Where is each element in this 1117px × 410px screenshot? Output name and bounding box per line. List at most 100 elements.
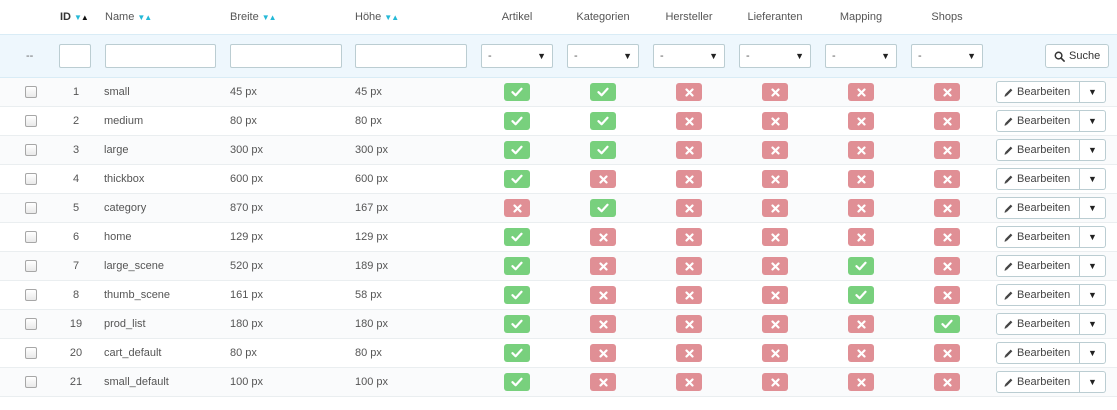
row-actions-dropdown[interactable]: ▼ (1080, 371, 1106, 393)
row-checkbox[interactable] (25, 289, 37, 301)
status-badge[interactable] (934, 257, 960, 275)
status-badge[interactable] (934, 344, 960, 362)
filter-products-select[interactable]: - ▼ (481, 44, 553, 68)
status-badge[interactable] (504, 199, 530, 217)
row-actions-dropdown[interactable]: ▼ (1080, 313, 1106, 335)
status-badge[interactable] (590, 228, 616, 246)
status-badge[interactable] (590, 315, 616, 333)
edit-button[interactable]: Bearbeiten (996, 168, 1080, 190)
row-actions-dropdown[interactable]: ▼ (1080, 284, 1106, 306)
status-badge[interactable] (590, 170, 616, 188)
row-checkbox[interactable] (25, 173, 37, 185)
row-checkbox[interactable] (25, 260, 37, 272)
row-actions-dropdown[interactable]: ▼ (1080, 197, 1106, 219)
edit-button[interactable]: Bearbeiten (996, 197, 1080, 219)
filter-manufacturers-select[interactable]: - ▼ (653, 44, 725, 68)
status-badge[interactable] (504, 228, 530, 246)
status-badge[interactable] (762, 257, 788, 275)
row-actions-dropdown[interactable]: ▼ (1080, 139, 1106, 161)
status-badge[interactable] (676, 199, 702, 217)
status-badge[interactable] (848, 112, 874, 130)
sort-icon[interactable]: ▼▲ (137, 13, 152, 22)
search-button[interactable]: Suche (1045, 44, 1110, 68)
row-checkbox[interactable] (25, 376, 37, 388)
status-badge[interactable] (934, 112, 960, 130)
status-badge[interactable] (762, 373, 788, 391)
status-badge[interactable] (848, 257, 874, 275)
status-badge[interactable] (762, 83, 788, 101)
status-badge[interactable] (504, 141, 530, 159)
status-badge[interactable] (590, 112, 616, 130)
edit-button[interactable]: Bearbeiten (996, 139, 1080, 161)
status-badge[interactable] (504, 112, 530, 130)
status-badge[interactable] (848, 141, 874, 159)
edit-button[interactable]: Bearbeiten (996, 371, 1080, 393)
status-badge[interactable] (676, 257, 702, 275)
status-badge[interactable] (934, 141, 960, 159)
status-badge[interactable] (504, 257, 530, 275)
filter-categories-select[interactable]: - ▼ (567, 44, 639, 68)
status-badge[interactable] (934, 228, 960, 246)
filter-mapping-select[interactable]: - ▼ (825, 44, 897, 68)
edit-button[interactable]: Bearbeiten (996, 226, 1080, 248)
filter-name-input[interactable] (105, 44, 216, 68)
status-badge[interactable] (848, 315, 874, 333)
filter-shops-select[interactable]: - ▼ (911, 44, 983, 68)
status-badge[interactable] (762, 141, 788, 159)
col-id-header[interactable]: ID ▼▲ (60, 0, 89, 34)
status-badge[interactable] (848, 83, 874, 101)
status-badge[interactable] (676, 286, 702, 304)
status-badge[interactable] (848, 373, 874, 391)
status-badge[interactable] (676, 344, 702, 362)
status-badge[interactable] (762, 199, 788, 217)
status-badge[interactable] (676, 112, 702, 130)
sort-icon[interactable]: ▼▲ (384, 13, 399, 22)
edit-button[interactable]: Bearbeiten (996, 313, 1080, 335)
row-actions-dropdown[interactable]: ▼ (1080, 110, 1106, 132)
status-badge[interactable] (590, 257, 616, 275)
status-badge[interactable] (676, 141, 702, 159)
filter-width-input[interactable] (230, 44, 342, 68)
filter-id-input[interactable] (59, 44, 91, 68)
col-name-header[interactable]: Name ▼▲ (105, 0, 152, 34)
status-badge[interactable] (590, 83, 616, 101)
sort-icon[interactable]: ▼▲ (74, 13, 89, 22)
status-badge[interactable] (504, 373, 530, 391)
row-checkbox[interactable] (25, 144, 37, 156)
status-badge[interactable] (590, 199, 616, 217)
status-badge[interactable] (504, 286, 530, 304)
status-badge[interactable] (590, 373, 616, 391)
edit-button[interactable]: Bearbeiten (996, 81, 1080, 103)
status-badge[interactable] (762, 344, 788, 362)
edit-button[interactable]: Bearbeiten (996, 342, 1080, 364)
status-badge[interactable] (504, 315, 530, 333)
filter-height-input[interactable] (355, 44, 467, 68)
status-badge[interactable] (848, 199, 874, 217)
status-badge[interactable] (848, 344, 874, 362)
col-height-header[interactable]: Höhe ▼▲ (355, 0, 399, 34)
row-actions-dropdown[interactable]: ▼ (1080, 168, 1106, 190)
row-actions-dropdown[interactable]: ▼ (1080, 342, 1106, 364)
row-checkbox[interactable] (25, 202, 37, 214)
row-checkbox[interactable] (25, 115, 37, 127)
status-badge[interactable] (934, 315, 960, 333)
status-badge[interactable] (676, 83, 702, 101)
row-actions-dropdown[interactable]: ▼ (1080, 226, 1106, 248)
status-badge[interactable] (934, 199, 960, 217)
sort-icon[interactable]: ▼▲ (262, 13, 277, 22)
status-badge[interactable] (762, 228, 788, 246)
status-badge[interactable] (762, 170, 788, 188)
edit-button[interactable]: Bearbeiten (996, 110, 1080, 132)
row-actions-dropdown[interactable]: ▼ (1080, 255, 1106, 277)
row-checkbox[interactable] (25, 86, 37, 98)
status-badge[interactable] (762, 112, 788, 130)
status-badge[interactable] (934, 83, 960, 101)
status-badge[interactable] (590, 141, 616, 159)
status-badge[interactable] (848, 170, 874, 188)
filter-suppliers-select[interactable]: - ▼ (739, 44, 811, 68)
status-badge[interactable] (934, 373, 960, 391)
status-badge[interactable] (934, 286, 960, 304)
status-badge[interactable] (848, 228, 874, 246)
status-badge[interactable] (504, 170, 530, 188)
status-badge[interactable] (676, 315, 702, 333)
